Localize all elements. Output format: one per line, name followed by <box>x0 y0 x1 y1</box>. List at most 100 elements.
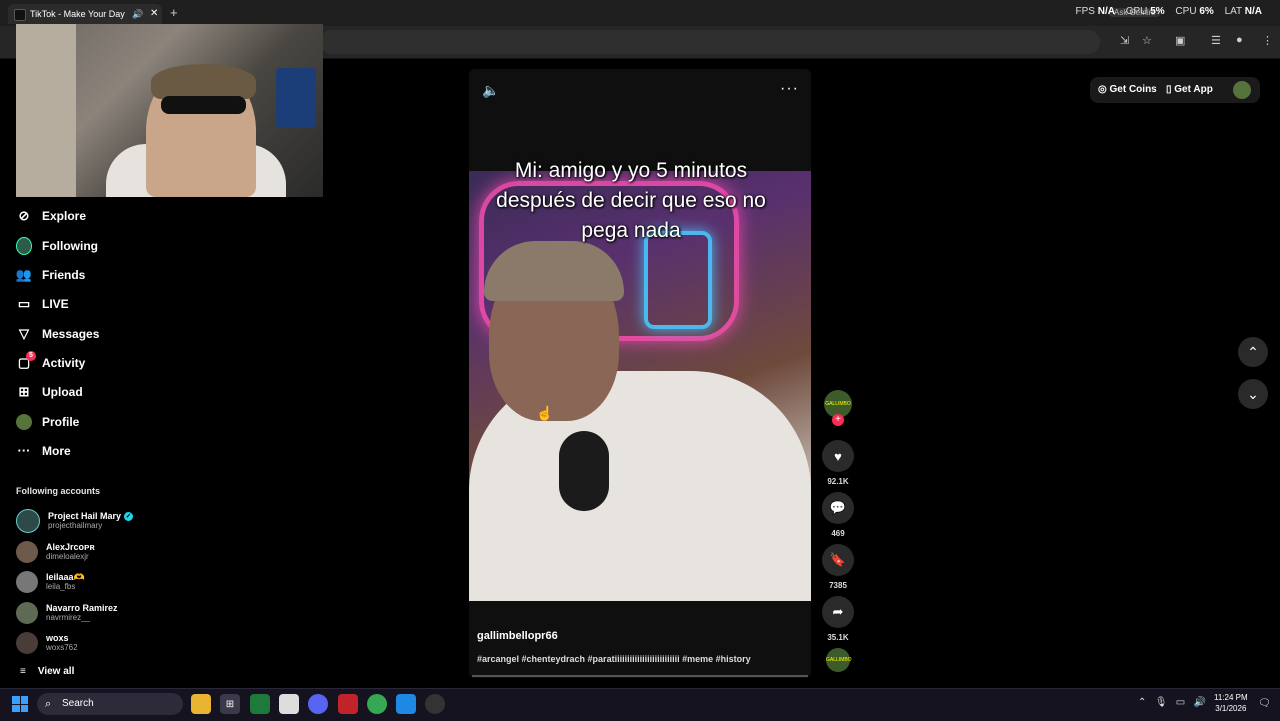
bookmark-icon: 🔖 <box>829 552 847 567</box>
sidebar-item-activity[interactable]: ▢ 5 Activity <box>16 351 85 374</box>
sidebar-item-more[interactable]: ··· More <box>16 440 71 462</box>
sidebar-item-friends[interactable]: 👥 Friends <box>16 264 85 286</box>
browser-tab[interactable]: TikTok - Make Your Day 🔊 ✕ <box>8 4 162 24</box>
app-icon[interactable] <box>396 694 416 714</box>
bookmark-star-icon[interactable]: ☆ <box>1142 34 1152 47</box>
streaming-app-icon[interactable] <box>338 694 358 714</box>
account-name: woxs <box>46 633 69 643</box>
account-avatar <box>16 541 38 563</box>
system-tray[interactable]: ⌃ 🎙 ▭ 🔊 <box>1138 697 1206 708</box>
sidebar-item-label: Following <box>42 239 98 253</box>
previous-video-button[interactable]: ⌃ <box>1238 337 1268 367</box>
account-avatar <box>16 632 38 654</box>
sidebar-item-profile[interactable]: Profile <box>16 411 79 433</box>
chrome-icon[interactable] <box>367 694 387 714</box>
new-tab-button[interactable]: + <box>170 4 178 22</box>
account-name: Project Hail Mary <box>48 510 122 521</box>
account-name: leilaaa🫶 <box>46 572 85 582</box>
search-label: Search <box>62 698 94 709</box>
sidebar-item-messages[interactable]: ▽ Messages <box>16 323 99 345</box>
account-name: AlexJrᴄᴏᴘʀ <box>46 542 95 552</box>
reading-list-icon[interactable]: ☰ <box>1211 34 1221 47</box>
sidebar-item-upload[interactable]: ⊞ Upload <box>16 381 83 403</box>
follow-plus-button[interactable]: + <box>832 414 844 426</box>
account-handle: leila_fbs <box>46 582 76 591</box>
video-caption-overlay: Mi: amigo y yo 5 minutos después de deci… <box>496 159 766 242</box>
obs-icon[interactable] <box>425 694 445 714</box>
store-icon[interactable]: ⊞ <box>220 694 240 714</box>
address-bar[interactable] <box>320 30 1100 54</box>
get-app-button[interactable]: ▯ Get App <box>1166 84 1213 95</box>
like-button[interactable]: ♥ <box>822 440 854 472</box>
close-tab-icon[interactable]: ✕ <box>150 4 158 24</box>
video-author[interactable]: gallimbellopr66 <box>477 630 558 642</box>
save-button[interactable]: 🔖 <box>822 544 854 576</box>
share-count: 35.1K <box>827 633 849 642</box>
user-avatar[interactable] <box>1233 81 1251 99</box>
gpu-value: 5% <box>1150 6 1165 17</box>
more-options-icon[interactable]: ··· <box>780 80 799 98</box>
notification-icon[interactable]: 🗨 <box>1258 698 1271 709</box>
file-explorer-icon[interactable] <box>191 694 211 714</box>
sidebar-item-explore[interactable]: ⊘ Explore <box>16 205 86 227</box>
sidebar-item-label: LIVE <box>42 297 69 311</box>
view-all-button[interactable]: ≡ View all <box>20 666 74 677</box>
next-video-button[interactable]: ⌄ <box>1238 379 1268 409</box>
microphone-icon[interactable]: 🎙 <box>1155 697 1168 708</box>
live-tv-icon: ▭ <box>17 296 31 311</box>
sidebar-item-label: Explore <box>42 209 87 223</box>
get-app-label: Get App <box>1174 84 1213 95</box>
cpu-label: CPU <box>1175 6 1197 17</box>
comment-count: 469 <box>831 529 845 538</box>
account-item[interactable]: Navarro Ramirez navrmirez__ <box>16 599 118 627</box>
discord-icon[interactable] <box>308 694 328 714</box>
account-item[interactable]: AlexJrᴄᴏᴘʀ dimeloalexjr <box>16 538 95 566</box>
profile-icon[interactable]: ● <box>1236 34 1243 46</box>
taskbar-clock[interactable]: 11:24 PM 3/1/2026 <box>1214 692 1248 714</box>
account-avatar <box>16 571 38 593</box>
profile-avatar-icon <box>16 414 32 430</box>
share-button[interactable]: ➦ <box>822 596 854 628</box>
sidebar-item-following[interactable]: Following <box>16 235 98 257</box>
sidebar-item-label: Friends <box>42 268 86 282</box>
sidebar-item-live[interactable]: ▭ LIVE <box>16 293 69 315</box>
extensions-icon[interactable]: ▣ <box>1175 34 1185 47</box>
chevron-up-icon[interactable]: ⌃ <box>1138 697 1146 708</box>
lat-value: N/A <box>1244 6 1262 17</box>
activity-icon: ▢ 5 <box>16 351 36 371</box>
app-icon[interactable] <box>250 694 270 714</box>
mouse-cursor-icon: ☝ <box>536 405 554 421</box>
account-handle: projecthailmary <box>48 521 103 531</box>
account-item[interactable]: woxs woxs762 <box>16 629 78 657</box>
volume-icon[interactable]: 🔈 <box>482 82 499 99</box>
get-coins-button[interactable]: ◎ Get Coins <box>1098 84 1157 95</box>
chevron-up-icon: ⌃ <box>1247 343 1259 360</box>
compass-icon: ⊘ <box>18 208 30 223</box>
activity-badge: 5 <box>26 351 36 361</box>
fps-label: FPS <box>1075 6 1095 17</box>
list-icon: ≡ <box>20 666 26 677</box>
video-hashtags[interactable]: #arcangel #chenteydrach #paratiiiiiiiiii… <box>477 654 751 664</box>
taskbar-search[interactable]: ⌕ Search <box>37 693 183 715</box>
windows-start-icon[interactable] <box>12 696 28 712</box>
account-item[interactable]: leilaaa🫶 leila_fbs <box>16 568 85 596</box>
like-count: 92.1K <box>827 477 849 486</box>
sound-avatar[interactable]: GALLIMBO <box>826 648 852 672</box>
install-app-icon[interactable]: ⇲ <box>1120 34 1129 47</box>
cpu-value: 6% <box>1199 6 1214 17</box>
account-handle: dimeloalexjr <box>46 552 89 561</box>
video-progress-bar[interactable] <box>472 675 808 677</box>
sidebar-item-label: More <box>42 444 71 458</box>
account-item[interactable]: Project Hail Mary ✓ projecthailmary <box>16 507 134 535</box>
network-icon[interactable]: ▭ <box>1176 697 1185 708</box>
notepad-icon[interactable] <box>279 694 299 714</box>
account-avatar <box>16 509 40 533</box>
browser-menu-icon[interactable]: ⋮ <box>1262 34 1273 47</box>
speaker-icon[interactable]: 🔊 <box>132 4 143 24</box>
account-name: Navarro Ramirez <box>46 603 118 613</box>
comment-button[interactable]: 💬 <box>822 492 854 524</box>
volume-icon[interactable]: 🔊 <box>1194 697 1206 708</box>
clock-time: 11:24 PM <box>1214 693 1248 702</box>
account-handle: woxs762 <box>46 643 78 652</box>
following-accounts-header: Following accounts <box>16 486 101 496</box>
